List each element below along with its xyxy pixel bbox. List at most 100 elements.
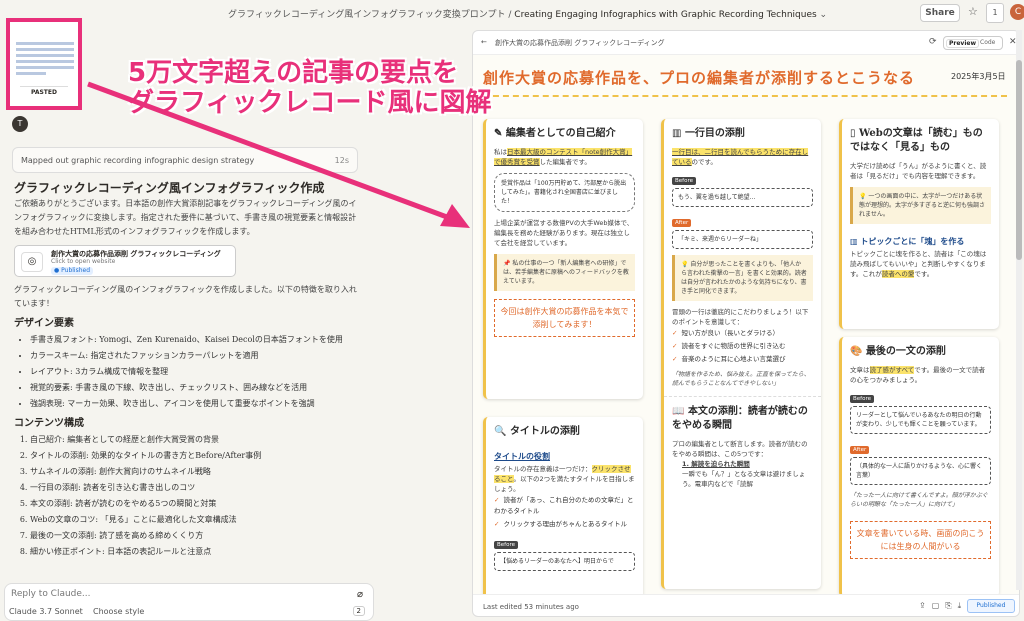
last-edited: Last edited 53 minutes ago [483,603,579,611]
check-icon: ✓ [672,329,678,337]
quote-box: 💡 自分が思ったことを書くよりも、「他人から言われた衝撃の一言」を書くと効果的。… [672,255,813,301]
quote-italic: 「物語を作るため、悩み抜え。正直を保ってたら、読んでもらうことなんてできやしない… [672,371,810,387]
scrollbar-thumb[interactable] [1016,60,1022,260]
checklist-item: ✓ 読者が「あっ、これ自分のための文章だ」とわかるタイトル [486,494,643,518]
checklist-item: ✓ 読者をすぐに物語の世界に引き込む [664,340,821,353]
thinking-text: Mapped out graphic recording infographic… [21,156,255,165]
section-title-edit: 🔍 タイトルの添削 タイトルの役割 タイトルの存在意義は一つだけ：クリックさせる… [483,417,643,594]
list-item: 細かい修正ポイント: 日本語の表記ルールと注意点 [30,545,360,559]
list-item: レイアウト: 3カラム構成で情報を整理 [30,365,360,379]
model-selector[interactable]: Claude 3.7 Sonnet [9,607,83,616]
globe-icon: ◎ [21,252,43,272]
paragraph: 上場企業が運営する数億PVの大手Web媒体で、編集長を務めた経験があります。現在… [494,219,634,247]
checklist-item: ✓ 音楽のように耳に心地よい言葉選び [664,353,821,366]
infographic-title: 創作大賞の応募作品を、プロの編集者が添削するとこうなる [483,69,916,87]
subheading: ▥ トピックごとに「塊」を作る [842,230,999,249]
pasted-line [16,72,46,75]
design-heading: デザイン要素 [14,318,74,329]
pasted-line [16,60,74,63]
quote-text: 一つの画面の中に、太字が一つだけある状態が理想的。太字が多すぎると逆に何も強調さ… [859,193,986,218]
numbered-desc: 一瞬でも「ん？」となる文章は避けましょう。電車内などで「読解 [682,470,806,488]
thinking-summary[interactable]: Mapped out graphic recording infographic… [12,147,358,173]
paragraph: 私は日本最大級のコンテスト「note創作大賞」で優秀賞を受賞した編集者です。 [486,147,643,167]
title-divider [483,95,1007,97]
list-item: タイトルの添削: 効果的なタイトルの書き方とBefore/After事例 [30,449,360,463]
style-selector[interactable]: Choose style [93,607,144,616]
paragraph: 大学だけ読めば「うん」がるように書くと、読者は「見るだけ」でも内容を理解できます… [850,162,987,180]
check-text: 短い方が良い（長いとダラける） [681,329,779,337]
section-title: 🔍 タイトルの添削 [486,417,643,445]
list-item: 強調表現: マーカー効果、吹き出し、アイコンを使用して重要なポイントを強調 [30,397,360,411]
list-item: 手書き風フォント: Yomogi、Zen Kurenaido、Kaisei De… [30,333,360,347]
highlight: 読者への愛 [881,270,915,278]
text: タイトルの存在意義は一つだけ： [494,465,592,473]
reply-box[interactable]: Reply to Claude... ⌀ Claude 3.7 Sonnet C… [4,583,374,621]
before-example: もう、翼を過ち越して絶望… [672,188,813,207]
palette-icon: 🎨 [850,346,866,357]
section-first-line: ▥ 一行目の添削 一行目は、二行目を読んでもらうために存在しているのです。 Be… [661,119,821,589]
paragraph: 冒頭の一行は徹底的にこだわりましょう！以下のポイントを意識して： [672,308,809,326]
star-icon[interactable]: ☆ [968,5,978,18]
annotation-line1: 5万文字超えの記事の要点を [128,58,459,88]
pasted-line [16,42,74,45]
refresh-icon[interactable]: ⟳ [929,37,937,47]
before-tag: Before [494,541,518,549]
check-icon: ✓ [672,355,678,363]
artifact-subtitle: Click to open website [51,258,116,265]
section-last-line: 🎨 最後の一文の添削 文章は読了感がすべてです。最後の一文で読者の心をつかみまし… [839,337,999,594]
infographic-canvas: 創作大賞の応募作品を、プロの編集者が添削するとこうなる 2025年3月5日 ✎ … [473,55,1019,594]
breadcrumb-project[interactable]: グラフィックレコーディング風インフォグラフィック変換プロンプト [228,10,505,20]
scrollbar[interactable] [1016,30,1022,590]
list-item: 視覚的要素: 手書き風の下線、吹き出し、チェックリスト、囲み線などを活用 [30,381,360,395]
chat-thread: Mapped out graphic recording infographic… [8,143,366,583]
annotation-overlay: 5万文字超えの記事の要点を グラフィックレコード風に図解 [128,58,491,118]
callout-box: 今回は創作大賞の応募作品を本気で添削してみます！ [494,299,635,337]
arrow-head [440,204,470,228]
artifact-panel: ← 創作大賞の応募作品添削 グラフィックレコーディング ⟳ Preview Co… [472,30,1020,617]
pasted-attachment[interactable]: PASTED [6,18,82,110]
artifact-header: ← 創作大賞の応募作品添削 グラフィックレコーディング ⟳ Preview Co… [473,31,1019,55]
preview-tab[interactable]: Preview [946,39,980,48]
before-example: リーダーとして悩んでいるあなたの明日の行動が変わり、少しでも輝くことを願っていま… [850,406,991,434]
check-icon: ✓ [672,342,678,350]
after-example: 「キミ、来週からリーダーね」 [672,230,813,249]
paperclip-icon[interactable]: ⌀ [357,589,363,600]
back-arrow-icon[interactable]: ← [481,38,487,46]
code-tab[interactable]: Code [980,39,995,46]
quote-text: 私の仕事の一つ「新人編集者への研修」では、若手編集者に原稿へのフィードバックを教… [503,260,629,285]
breadcrumb-chat[interactable]: Creating Engaging Infographics with Grap… [514,10,816,20]
section-title: 📖 本文の添削：読者が読むのをやめる瞬間 [664,396,821,439]
highlight: 読了感がすべて [869,366,915,374]
content-list: 自己紹介: 編集者としての経歴と創作大賞受賞の背景 タイトルの添削: 効果的なタ… [30,433,360,559]
reply-input[interactable]: Reply to Claude... [11,589,91,599]
pasted-line [16,48,74,51]
chart-icon: ▥ [850,237,861,246]
pin-icon: 📌 [503,260,513,267]
section-title-text: 一行目の添削 [684,128,745,139]
check-icon: ✓ [494,496,500,504]
section-self-intro: ✎ 編集者としての自己紹介 私は日本最大級のコンテスト「note創作大賞」で優秀… [483,119,643,399]
section-title-text: Webの文章は「読む」ものではなく「見る」もの [850,128,983,153]
before-example: 【悩めるリーダーのあなたへ】明日からで [494,552,635,571]
section-title-text: 最後の一文の添削 [865,346,946,357]
section-title: ✎ 編集者としての自己紹介 [486,119,643,147]
artifact-card[interactable]: ◎ 創作大賞の応募作品添削 グラフィックレコーディング Click to ope… [14,245,236,277]
notification-button[interactable]: 1 [986,3,1004,23]
text: のです。 [691,158,717,166]
share-button[interactable]: Share [920,4,960,22]
attachment-count[interactable]: 2 [352,606,365,616]
section-title: ▥ 一行目の添削 [664,119,821,147]
check-icon: ✓ [494,520,500,528]
checklist-item: ✓ クリックする理由がちゃんとあるタイトル [486,518,643,531]
lightbulb-icon: 💡 [681,261,691,268]
response-intro: ご依頼ありがとうございます。日本語の創作大賞添削記事をグラフィックレコーディング… [14,199,357,236]
response-summary: グラフィックレコーディング風のインフォグラフィックを作成しました。以下の特徴を取… [14,285,357,308]
footer-actions[interactable]: ⇪▢⎘⤓ [919,601,967,611]
check-text: クリックする理由がちゃんとあるタイトル [503,520,627,528]
quote-box: 💡 一つの画面の中に、太字が一つだけある状態が理想的。太字が多すぎると逆に何も強… [850,187,991,224]
book-icon: 📖 [672,406,688,417]
published-button[interactable]: Published [967,599,1015,613]
check-text: 音楽のように耳に心地よい言葉選び [681,355,786,363]
check-text: 読者をすぐに物語の世界に引き込む [681,342,786,350]
avatar[interactable]: C [1010,4,1024,20]
